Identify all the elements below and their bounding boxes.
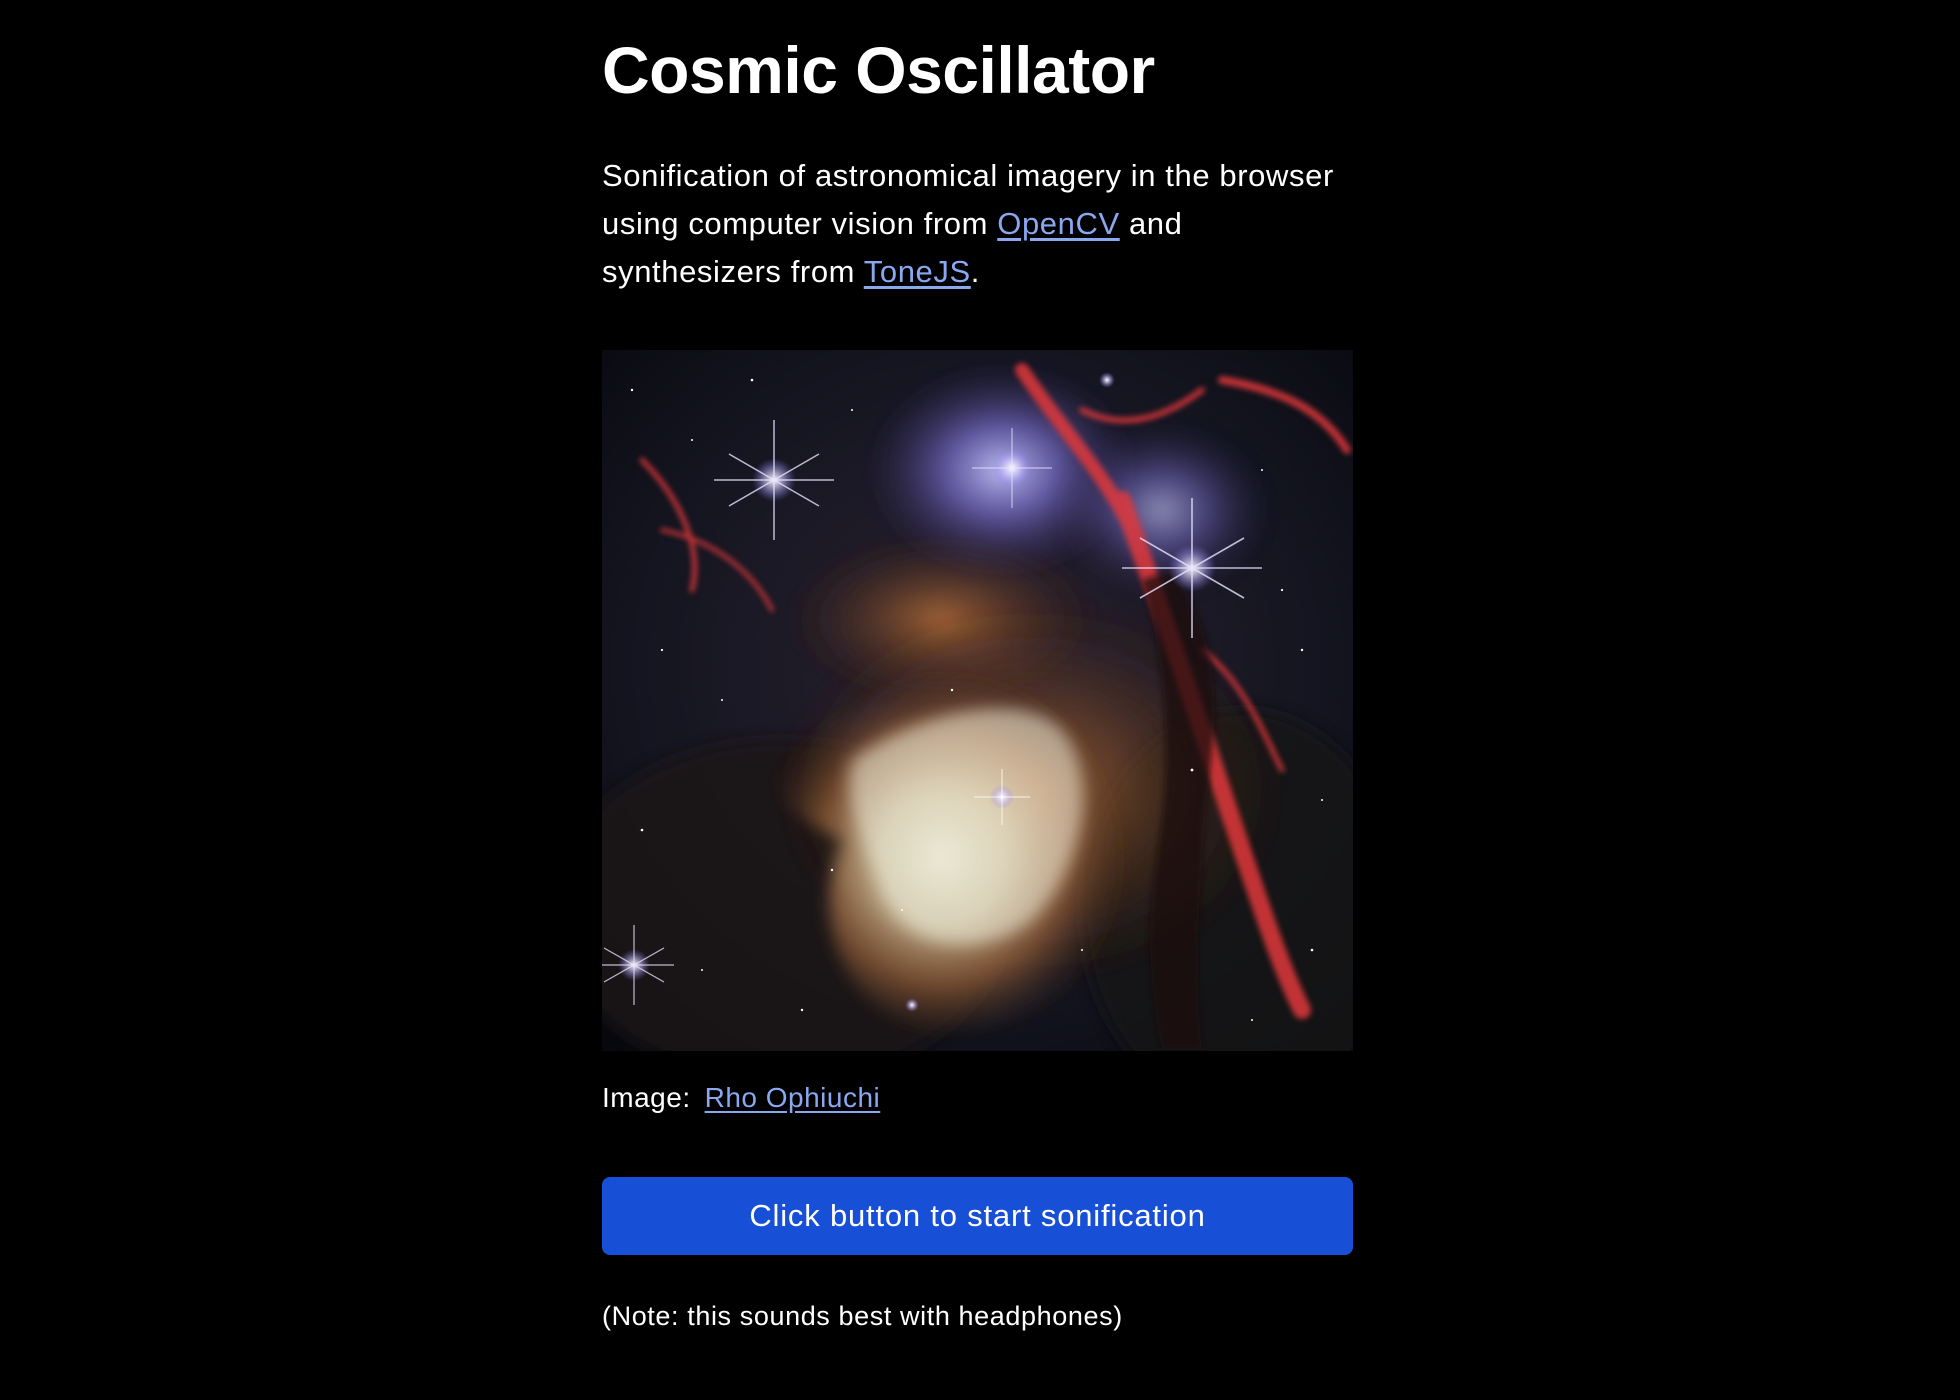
nebula-image <box>602 350 1353 1051</box>
opencv-link[interactable]: OpenCV <box>997 206 1120 241</box>
headphones-note: (Note: this sounds best with headphones) <box>602 1301 1123 1331</box>
intro-text: Sonification of astronomical imagery in … <box>602 158 1334 241</box>
start-sonification-button[interactable]: Click button to start sonification <box>602 1177 1353 1255</box>
rho-ophiuchi-link[interactable]: Rho Ophiuchi <box>705 1082 881 1113</box>
intro-paragraph: Sonification of astronomical imagery in … <box>602 152 1354 296</box>
page-title: Cosmic Oscillator <box>602 33 1155 107</box>
image-caption-label: Image: <box>602 1082 691 1113</box>
image-caption: Image: Rho Ophiuchi <box>602 1078 880 1118</box>
nebula-artwork <box>602 350 1353 1051</box>
intro-text-end: . <box>970 254 980 289</box>
tonejs-link[interactable]: ToneJS <box>864 254 971 289</box>
